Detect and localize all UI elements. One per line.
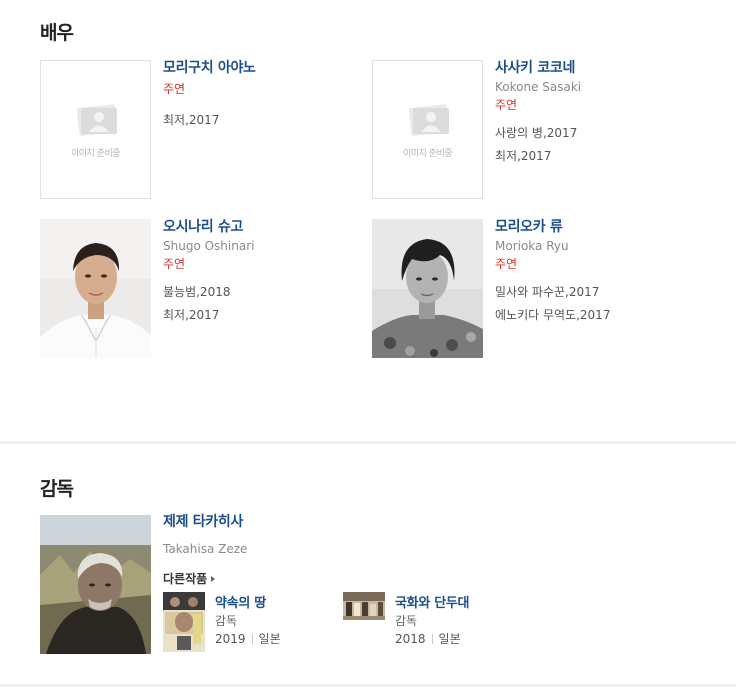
filmography-item[interactable]: 불능범,2018 bbox=[163, 285, 363, 299]
chevron-right-icon bbox=[211, 576, 216, 582]
actor-photo-placeholder[interactable]: 이미지 준비중 bbox=[40, 60, 151, 199]
section-divider bbox=[0, 441, 736, 444]
film-poster-image bbox=[163, 592, 205, 652]
film-year: 2018 bbox=[395, 632, 426, 646]
meta-separator bbox=[251, 634, 253, 644]
actor-english-name: Morioka Ryu bbox=[495, 239, 569, 253]
filmography-item[interactable]: 사랑의 병,2017 bbox=[495, 126, 695, 140]
film-credit: 감독 bbox=[215, 614, 238, 628]
actor-photo-placeholder[interactable]: 이미지 준비중 bbox=[372, 60, 483, 199]
actor-role: 주연 bbox=[495, 98, 518, 112]
film-credit: 감독 bbox=[395, 614, 418, 628]
person-image-placeholder-icon bbox=[408, 104, 450, 136]
actor-card: 오시나리 슈고 Shugo Oshinari 주연 불능범,2018 최저,20… bbox=[40, 219, 370, 359]
director-english-name: Takahisa Zeze bbox=[163, 542, 248, 556]
film-country: 일본 bbox=[258, 632, 281, 646]
other-work-item[interactable]: 약속의 땅 감독 2019 일본 bbox=[163, 592, 343, 656]
actor-role: 주연 bbox=[163, 257, 186, 271]
director-photo[interactable] bbox=[40, 515, 151, 654]
director-section-title: 감독 bbox=[40, 478, 74, 500]
actor-english-name: Shugo Oshinari bbox=[163, 239, 255, 253]
actor-name-link[interactable]: 사사키 코코네 bbox=[495, 60, 695, 76]
actor-name-link[interactable]: 모리오카 류 bbox=[495, 219, 695, 235]
actor-portrait-image bbox=[40, 219, 151, 358]
film-meta: 2018 일본 bbox=[395, 630, 461, 647]
actor-card: 이미지 준비중 사사키 코코네 Kokone Sasaki 주연 사랑의 병,2… bbox=[372, 60, 702, 200]
other-works-label: 다른작품 bbox=[163, 572, 208, 586]
film-year: 2019 bbox=[215, 632, 246, 646]
film-meta: 2019 일본 bbox=[215, 630, 281, 647]
other-works-link[interactable]: 다른작품 bbox=[163, 570, 216, 587]
placeholder-label: 이미지 준비중 bbox=[70, 149, 121, 159]
filmography-item[interactable]: 밀사와 파수꾼,2017 bbox=[495, 285, 695, 299]
filmography-item[interactable]: 최저,2017 bbox=[163, 308, 363, 322]
filmography-item[interactable]: 최저,2017 bbox=[495, 149, 695, 163]
actor-photo[interactable] bbox=[372, 219, 483, 358]
director-portrait-image bbox=[40, 515, 151, 654]
actor-portrait-image bbox=[372, 219, 483, 358]
filmography-item[interactable]: 에노키다 무역도,2017 bbox=[495, 308, 695, 322]
actor-role: 주연 bbox=[495, 257, 518, 271]
person-image-placeholder-icon bbox=[76, 104, 118, 136]
actor-english-name: Kokone Sasaki bbox=[495, 80, 582, 94]
film-poster[interactable] bbox=[343, 592, 385, 620]
actor-card: 모리오카 류 Morioka Ryu 주연 밀사와 파수꾼,2017 에노키다 … bbox=[372, 219, 702, 359]
director-name-link[interactable]: 제제 타카히사 bbox=[163, 514, 723, 530]
actor-name-link[interactable]: 모리구치 아야노 bbox=[163, 60, 363, 76]
film-country: 일본 bbox=[438, 632, 461, 646]
film-title-link[interactable]: 국화와 단두대 bbox=[395, 592, 469, 611]
film-title-link[interactable]: 약속의 땅 bbox=[215, 592, 266, 611]
film-poster[interactable] bbox=[163, 592, 205, 652]
other-work-item[interactable]: 국화와 단두대 감독 2018 일본 bbox=[343, 592, 523, 656]
placeholder-label: 이미지 준비중 bbox=[402, 149, 453, 159]
actor-name-link[interactable]: 오시나리 슈고 bbox=[163, 219, 363, 235]
director-info: 제제 타카히사 Takahisa Zeze 다른작품 약속의 땅 감독 2019… bbox=[163, 514, 723, 652]
actor-photo[interactable] bbox=[40, 219, 151, 358]
actor-role: 주연 bbox=[163, 82, 186, 96]
actor-card: 이미지 준비중 모리구치 아야노 주연 최저,2017 bbox=[40, 60, 370, 200]
filmography-item[interactable]: 최저,2017 bbox=[163, 113, 363, 127]
film-poster-image bbox=[343, 592, 385, 620]
meta-separator bbox=[431, 634, 433, 644]
actors-section-title: 배우 bbox=[40, 22, 74, 44]
section-divider bbox=[0, 684, 736, 687]
